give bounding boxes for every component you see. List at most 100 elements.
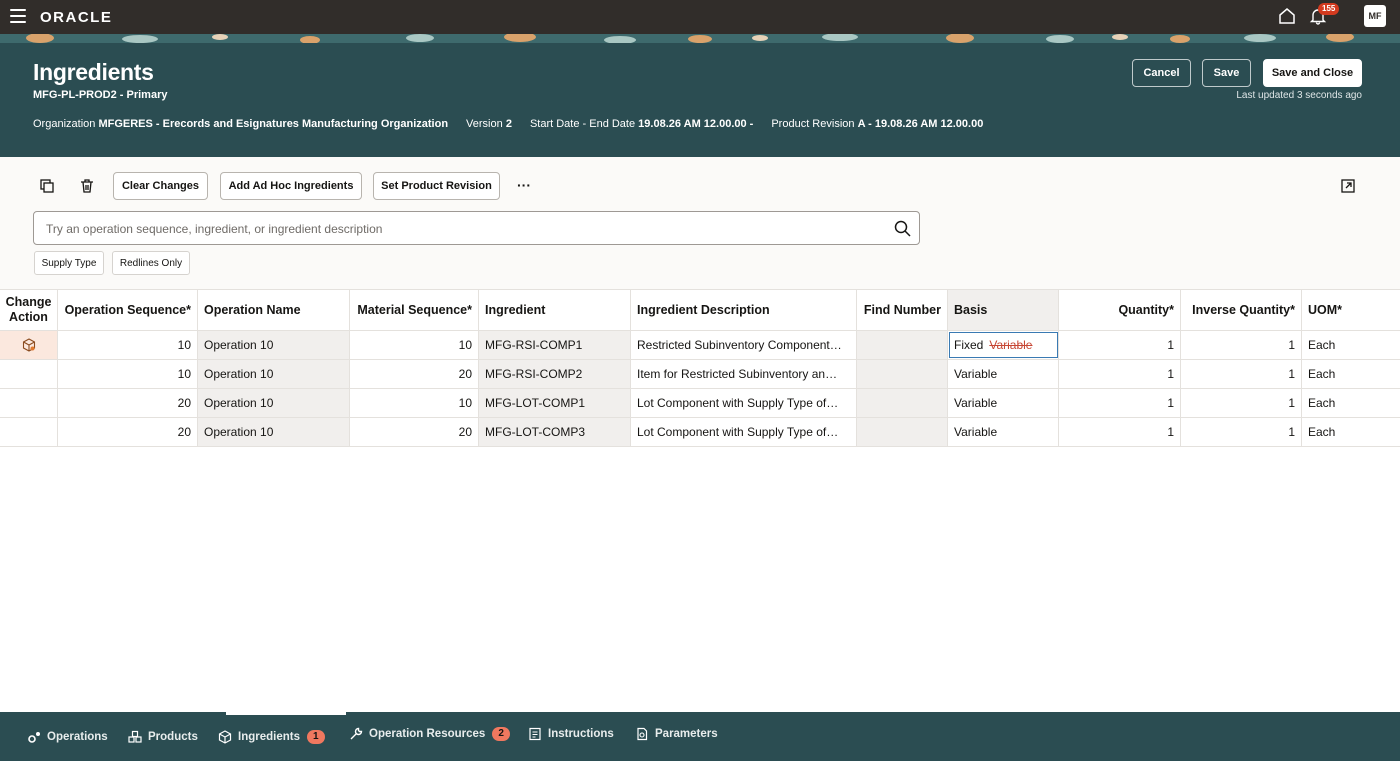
operation-name-cell: Operation 10 — [198, 418, 350, 446]
column-header-basis[interactable]: Basis — [948, 290, 1059, 330]
toolbar-area: Clear Changes Add Ad Hoc Ingredients Set… — [0, 157, 1400, 289]
inverse-quantity-cell[interactable]: 1 — [1181, 389, 1302, 417]
tab-products[interactable]: Products — [128, 712, 198, 761]
add-ad-hoc-ingredients-button[interactable]: Add Ad Hoc Ingredients — [220, 172, 362, 200]
operation-sequence-cell[interactable]: 10 — [58, 331, 198, 359]
filter-chip-redlines-only[interactable]: Redlines Only — [112, 251, 190, 275]
basis-cell[interactable]: Variable — [948, 360, 1059, 388]
boxes-icon — [128, 730, 142, 743]
uom-cell[interactable]: Each — [1302, 331, 1400, 359]
cube-icon — [218, 729, 232, 744]
ingredient-description-cell: Lot Component with Supply Type of… — [631, 389, 857, 417]
quantity-cell[interactable]: 1 — [1059, 389, 1181, 417]
resources-count-badge: 2 — [492, 726, 510, 741]
operation-sequence-cell[interactable]: 10 — [58, 360, 198, 388]
updated-item-icon — [22, 338, 35, 352]
table-row[interactable]: 10 Operation 10 20 MFG-RSI-COMP2 Item fo… — [0, 360, 1400, 389]
column-header-operation-sequence[interactable]: Operation Sequence* — [58, 290, 198, 330]
find-number-cell[interactable] — [857, 331, 948, 359]
set-product-revision-button[interactable]: Set Product Revision — [373, 172, 500, 200]
operation-name-cell: Operation 10 — [198, 331, 350, 359]
version-value: 2 — [505, 118, 512, 130]
change-action-cell[interactable] — [0, 360, 58, 388]
detach-icon[interactable] — [1340, 178, 1356, 194]
ingredient-cell: MFG-LOT-COMP1 — [479, 389, 631, 417]
search-input[interactable] — [46, 220, 866, 238]
uom-cell[interactable]: Each — [1302, 418, 1400, 446]
find-number-cell[interactable] — [857, 389, 948, 417]
parameters-icon — [637, 727, 648, 740]
filter-chip-supply-type[interactable]: Supply Type — [34, 251, 104, 275]
change-action-cell[interactable] — [0, 331, 58, 359]
ingredient-description-cell: Restricted Subinventory Component… — [631, 331, 857, 359]
header-metadata: Organization MFGERES - Erecords and Esig… — [33, 118, 983, 130]
tab-operations[interactable]: Operations — [27, 712, 108, 761]
cancel-button[interactable]: Cancel — [1132, 59, 1191, 87]
tab-ingredients[interactable]: Ingredients 1 — [218, 712, 325, 761]
table-row[interactable]: 20 Operation 10 10 MFG-LOT-COMP1 Lot Com… — [0, 389, 1400, 418]
page-subtitle: MFG-PL-PROD2 - Primary — [33, 89, 168, 101]
column-header-inverse-quantity[interactable]: Inverse Quantity* — [1181, 290, 1302, 330]
clear-changes-button[interactable]: Clear Changes — [113, 172, 208, 200]
inverse-quantity-cell[interactable]: 1 — [1181, 331, 1302, 359]
material-sequence-cell[interactable]: 20 — [350, 418, 479, 446]
operation-sequence-cell[interactable]: 20 — [58, 389, 198, 417]
wrench-icon — [350, 727, 363, 739]
column-header-quantity[interactable]: Quantity* — [1059, 290, 1181, 330]
oracle-logo: ORACLE — [40, 9, 113, 26]
column-header-material-sequence[interactable]: Material Sequence* — [350, 290, 479, 330]
tab-parameters[interactable]: Parameters — [635, 709, 718, 758]
ingredient-cell: MFG-LOT-COMP3 — [479, 418, 631, 446]
column-header-operation-name[interactable]: Operation Name — [198, 290, 350, 330]
find-number-cell[interactable] — [857, 418, 948, 446]
quantity-cell[interactable]: 1 — [1059, 418, 1181, 446]
column-header-uom[interactable]: UOM* — [1302, 290, 1400, 330]
inverse-quantity-cell[interactable]: 1 — [1181, 418, 1302, 446]
search-icon[interactable] — [894, 220, 911, 237]
last-updated-text: Last updated 3 seconds ago — [1236, 90, 1362, 101]
material-sequence-cell[interactable]: 10 — [350, 331, 479, 359]
uom-cell[interactable]: Each — [1302, 360, 1400, 388]
column-header-ingredient[interactable]: Ingredient — [479, 290, 631, 330]
uom-cell[interactable]: Each — [1302, 389, 1400, 417]
material-sequence-cell[interactable]: 20 — [350, 360, 479, 388]
quantity-cell[interactable]: 1 — [1059, 331, 1181, 359]
tab-instructions-label: Instructions — [548, 727, 614, 740]
ingredients-count-badge: 1 — [306, 729, 325, 744]
basis-cell[interactable]: Variable — [948, 418, 1059, 446]
decorative-banner — [0, 34, 1400, 43]
basis-cell[interactable]: Fixed Variable — [948, 331, 1059, 359]
tab-instructions[interactable]: Instructions — [528, 709, 614, 758]
basis-cell[interactable]: Variable — [948, 389, 1059, 417]
column-header-ingredient-description[interactable]: Ingredient Description — [631, 290, 857, 330]
search-box — [33, 211, 920, 245]
duplicate-icon[interactable] — [39, 178, 55, 194]
revision-label: Product Revision — [771, 118, 855, 130]
avatar[interactable]: MF — [1364, 5, 1386, 27]
change-action-cell[interactable] — [0, 389, 58, 417]
save-button[interactable]: Save — [1202, 59, 1251, 87]
material-sequence-cell[interactable]: 10 — [350, 389, 479, 417]
operation-sequence-cell[interactable]: 20 — [58, 418, 198, 446]
revision-value: A - 19.08.26 AM 12.00.00 — [857, 118, 984, 130]
more-actions-icon[interactable]: ··· — [517, 177, 537, 193]
quantity-cell[interactable]: 1 — [1059, 360, 1181, 388]
tab-operation-resources[interactable]: Operation Resources 2 — [349, 709, 510, 758]
operation-name-cell: Operation 10 — [198, 360, 350, 388]
table-row[interactable]: 20 Operation 10 20 MFG-LOT-COMP3 Lot Com… — [0, 418, 1400, 447]
find-number-cell[interactable] — [857, 360, 948, 388]
top-bar: ORACLE 155 MF — [0, 0, 1400, 34]
instructions-icon — [529, 727, 541, 740]
delete-icon[interactable] — [79, 178, 95, 194]
home-icon[interactable] — [1278, 7, 1296, 25]
tab-products-label: Products — [148, 730, 198, 743]
operation-name-cell: Operation 10 — [198, 389, 350, 417]
change-action-cell[interactable] — [0, 418, 58, 446]
column-header-change-action[interactable]: Change Action — [0, 290, 58, 330]
inverse-quantity-cell[interactable]: 1 — [1181, 360, 1302, 388]
hamburger-menu-icon[interactable] — [10, 9, 26, 23]
dates-label: Start Date - End Date — [529, 118, 636, 130]
save-and-close-button[interactable]: Save and Close — [1263, 59, 1362, 87]
column-header-find-number[interactable]: Find Number — [857, 290, 948, 330]
table-row[interactable]: 10 Operation 10 10 MFG-RSI-COMP1 Restric… — [0, 331, 1400, 360]
